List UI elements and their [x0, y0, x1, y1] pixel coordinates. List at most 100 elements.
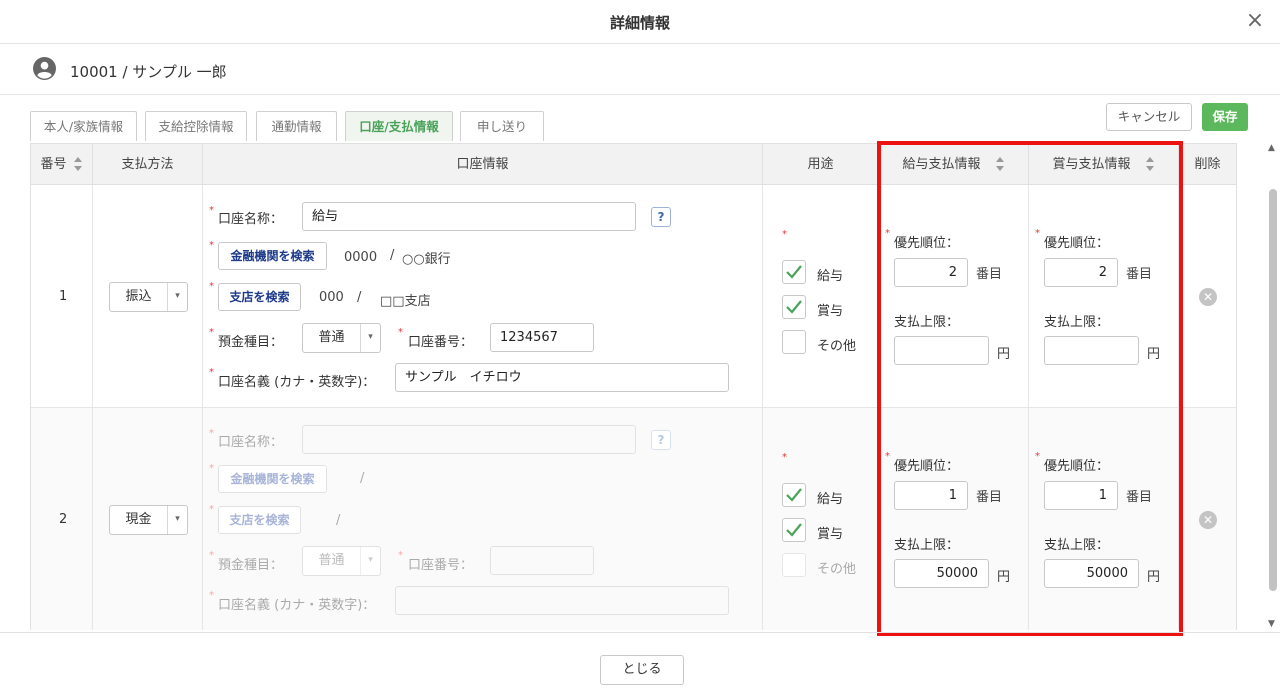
cancel-button[interactable]: キャンセル: [1106, 103, 1192, 131]
remove-icon[interactable]: ✕: [1199, 511, 1217, 529]
account-cell: * 口座名称： ? * 金融機関を検索 / * 支店を検索 / * 預金種目： …: [203, 408, 763, 630]
row-number-cell: 2: [31, 408, 93, 630]
help-icon[interactable]: ?: [651, 430, 671, 450]
deposit-type-value: 普通: [318, 553, 345, 568]
table-row: 1 振込 ▾ * 口座名称： 給与 ? * 金融機関を検索 0000 / ○○銀…: [31, 185, 1236, 408]
required-mark: *: [209, 428, 214, 439]
save-button[interactable]: 保存: [1202, 103, 1248, 131]
holder-input[interactable]: サンプル イチロウ: [395, 363, 729, 392]
col-account: 口座情報: [203, 144, 763, 186]
bonus-limit-input[interactable]: 50000: [1044, 559, 1139, 588]
account-no-input[interactable]: 1234567: [490, 323, 594, 352]
account-no-label: 口座番号：: [408, 335, 474, 350]
yen-unit: 円: [1147, 570, 1161, 585]
account-no-input[interactable]: [490, 546, 594, 575]
bonus-payment-cell: * 優先順位： 2 番目 支払上限： 円: [1029, 185, 1179, 407]
tab-payroll-items[interactable]: 支給控除情報: [145, 111, 247, 141]
chevron-down-icon: ▾: [167, 283, 187, 311]
tab-commute[interactable]: 通勤情報: [256, 111, 337, 141]
employee-bar: 10001 / サンプル 一郎: [0, 44, 1280, 95]
payment-method-select[interactable]: 振込 ▾: [109, 282, 188, 312]
priority-unit: 番目: [1126, 267, 1153, 282]
deposit-type-select[interactable]: 普通 ▾: [302, 323, 381, 353]
bank-search-button[interactable]: 金融機関を検索: [218, 465, 327, 493]
check-icon: [786, 523, 802, 537]
usage-bonus-label: 賞与: [817, 527, 844, 542]
required-mark: *: [1035, 228, 1040, 239]
scroll-down-icon[interactable]: ▼: [1268, 619, 1275, 629]
account-cell: * 口座名称： 給与 ? * 金融機関を検索 0000 / ○○銀行 * 支店を…: [203, 185, 763, 407]
bank-name: ○○銀行: [402, 252, 451, 267]
delete-cell: ✕: [1179, 408, 1236, 630]
required-mark: *: [209, 590, 214, 601]
deposit-type-select[interactable]: 普通 ▾: [302, 546, 381, 576]
salary-priority-input[interactable]: 2: [894, 258, 968, 287]
usage-salary-checkbox[interactable]: [782, 260, 806, 284]
dialog-header: 詳細情報 ×: [0, 0, 1280, 44]
usage-other-checkbox[interactable]: [782, 330, 806, 354]
account-name-input[interactable]: [302, 425, 636, 454]
check-icon: [786, 265, 802, 279]
remove-icon[interactable]: ✕: [1199, 288, 1217, 306]
bonus-priority-input[interactable]: 1: [1044, 481, 1118, 510]
usage-salary-label: 給与: [817, 492, 844, 507]
usage-bonus-label: 賞与: [817, 304, 844, 319]
col-salary-payment[interactable]: 給与支払情報: [879, 144, 1029, 186]
sort-icon[interactable]: [1145, 156, 1155, 172]
scrollbar[interactable]: ▲ ▼: [1266, 143, 1280, 630]
table-header: 番号 支払方法 口座情報 用途 給与支払情報 賞与支払情報 削除: [31, 143, 1236, 186]
col-delete: 削除: [1194, 157, 1221, 172]
salary-limit-input[interactable]: 50000: [894, 559, 989, 588]
col-number[interactable]: 番号: [31, 144, 93, 186]
deposit-type-value: 普通: [318, 330, 345, 345]
account-name-input[interactable]: 給与: [302, 202, 636, 231]
required-mark: *: [398, 550, 403, 561]
holder-input[interactable]: [395, 586, 729, 615]
tab-notes[interactable]: 申し送り: [460, 111, 544, 141]
close-button[interactable]: とじる: [600, 655, 684, 685]
usage-bonus-checkbox[interactable]: [782, 518, 806, 542]
required-mark: *: [398, 327, 403, 338]
branch-name: □□支店: [380, 294, 431, 309]
row-number: 1: [59, 289, 68, 304]
salary-limit-input[interactable]: [894, 336, 989, 365]
yen-unit: 円: [997, 347, 1011, 362]
bonus-limit-input[interactable]: [1044, 336, 1139, 365]
bonus-priority-input[interactable]: 2: [1044, 258, 1118, 287]
priority-unit: 番目: [1126, 490, 1153, 505]
usage-bonus-checkbox[interactable]: [782, 295, 806, 319]
method-cell: 現金 ▾: [93, 408, 203, 630]
branch-search-button[interactable]: 支店を検索: [218, 283, 301, 311]
scroll-up-icon[interactable]: ▲: [1268, 143, 1275, 153]
sort-icon[interactable]: [995, 156, 1005, 172]
sort-icon[interactable]: [73, 156, 83, 172]
close-icon[interactable]: ×: [1244, 10, 1266, 32]
salary-priority-input[interactable]: 1: [894, 481, 968, 510]
col-bonus-payment[interactable]: 賞与支払情報: [1029, 144, 1179, 186]
usage-other-checkbox[interactable]: [782, 553, 806, 577]
method-cell: 振込 ▾: [93, 185, 203, 407]
required-mark: *: [209, 281, 214, 292]
tab-account-payment[interactable]: 口座/支払情報: [345, 111, 453, 141]
separator: /: [360, 471, 365, 486]
usage-salary-checkbox[interactable]: [782, 483, 806, 507]
check-icon: [786, 488, 802, 502]
help-icon[interactable]: ?: [651, 207, 671, 227]
bank-search-button[interactable]: 金融機関を検索: [218, 242, 327, 270]
dialog-title: 詳細情報: [609, 14, 670, 32]
separator: /: [336, 513, 341, 528]
payment-method-select[interactable]: 現金 ▾: [109, 505, 188, 535]
priority-unit: 番目: [976, 267, 1003, 282]
payment-table: 番号 支払方法 口座情報 用途 給与支払情報 賞与支払情報 削除 1 振込 ▾ …: [30, 143, 1237, 630]
tab-personal[interactable]: 本人/家族情報: [30, 111, 137, 141]
scrollbar-thumb[interactable]: [1269, 189, 1277, 591]
payment-method-value: 現金: [125, 512, 152, 527]
deposit-type-label: 預金種目：: [218, 335, 284, 350]
branch-code: 000: [319, 290, 344, 305]
required-mark: *: [209, 240, 214, 251]
row-number: 2: [59, 512, 68, 527]
branch-search-button[interactable]: 支店を検索: [218, 506, 301, 534]
separator: /: [390, 248, 395, 263]
account-name-label: 口座名称：: [218, 212, 284, 227]
bonus-priority-label: 優先順位：: [1044, 236, 1110, 251]
